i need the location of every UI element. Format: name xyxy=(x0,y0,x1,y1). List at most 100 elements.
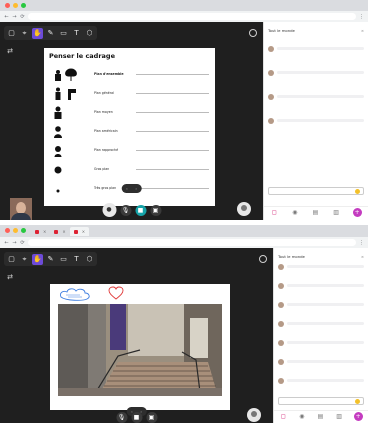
text-icon[interactable]: T xyxy=(71,28,82,39)
browser-tab[interactable]: × xyxy=(31,227,50,236)
hand-icon[interactable]: ✋ xyxy=(32,27,43,39)
chat-message xyxy=(268,70,364,76)
files-icon[interactable]: ▥ xyxy=(335,413,343,421)
chat-icon[interactable]: ◻ xyxy=(270,209,278,217)
address-bar[interactable] xyxy=(28,13,356,20)
eraser-icon[interactable]: ▭ xyxy=(58,254,69,265)
avatar xyxy=(268,118,274,124)
notes-icon[interactable]: ▤ xyxy=(311,209,319,217)
screen-share-icon[interactable]: ▣ xyxy=(150,204,161,216)
chat-message-body xyxy=(287,359,364,365)
chat-input[interactable] xyxy=(278,397,364,405)
participants-icon[interactable]: ◉ xyxy=(298,413,306,421)
presentation-settings-icon[interactable] xyxy=(249,29,257,37)
camera-icon[interactable]: ■ xyxy=(131,412,142,423)
chat-input[interactable] xyxy=(268,187,364,195)
chat-message xyxy=(278,378,364,384)
window-minimize-button[interactable] xyxy=(13,228,18,233)
avatar xyxy=(268,46,274,52)
window-minimize-button[interactable] xyxy=(13,3,18,8)
avatar xyxy=(278,359,284,365)
microphone-icon[interactable]: 🎙 xyxy=(116,412,127,423)
chat-message-text xyxy=(287,284,364,287)
pen-icon[interactable]: ✎ xyxy=(45,28,56,39)
slide-row: Plan moyen xyxy=(54,104,209,120)
select-icon[interactable]: ⌖ xyxy=(19,28,30,39)
user-icon[interactable]: ● xyxy=(102,203,116,217)
window-maximize-button[interactable] xyxy=(21,3,26,8)
slide-title: Penser le cadrage xyxy=(49,52,115,60)
chat-message xyxy=(268,94,364,100)
notes-icon[interactable]: ▤ xyxy=(316,413,324,421)
tab-favicon-icon xyxy=(73,229,78,234)
pointer-icon[interactable]: ▢ xyxy=(6,28,17,39)
files-icon[interactable]: ▥ xyxy=(332,209,340,217)
address-bar[interactable] xyxy=(28,239,356,246)
swap-layout-icon[interactable]: ⇄ xyxy=(5,46,15,56)
slide xyxy=(50,284,230,410)
more-icon[interactable]: + xyxy=(353,412,363,421)
chat-message-body xyxy=(287,340,364,346)
swap-layout-icon[interactable]: ⇄ xyxy=(5,272,15,282)
shot-type-description xyxy=(136,73,209,75)
close-icon[interactable]: × xyxy=(361,28,364,33)
browser-menu-icon[interactable]: ⋮ xyxy=(359,240,364,246)
tab-close-icon[interactable]: × xyxy=(82,229,85,234)
shapes-icon[interactable]: ⬡ xyxy=(84,254,95,265)
pen-icon[interactable]: ✎ xyxy=(45,254,56,265)
window-maximize-button[interactable] xyxy=(21,228,26,233)
close-icon[interactable]: × xyxy=(361,254,364,259)
tab-close-icon[interactable]: × xyxy=(62,229,65,234)
screenshot-photo-annotation: × × × ← → ⟳ ⋮ ▢ ⌖ ✋ ✎ ▭ T ⬡ ⇄ ‹ › 🎙 ■ ▣ … xyxy=(0,225,368,423)
forward-arrow-icon[interactable]: → xyxy=(12,14,17,20)
window-close-button[interactable] xyxy=(5,3,10,8)
more-icon[interactable]: + xyxy=(352,208,362,217)
user-menu-button[interactable] xyxy=(237,202,251,216)
tab-close-icon[interactable]: × xyxy=(43,229,46,234)
window-close-button[interactable] xyxy=(5,228,10,233)
emoji-icon[interactable] xyxy=(355,189,360,194)
reload-icon[interactable]: ⟳ xyxy=(20,14,25,20)
forward-arrow-icon[interactable]: → xyxy=(12,240,17,246)
chat-message-text xyxy=(287,322,364,325)
emoji-icon[interactable] xyxy=(355,399,360,404)
chat-header: Tout le monde × xyxy=(278,254,364,259)
browser-tab[interactable]: × xyxy=(50,227,69,236)
browser-menu-icon[interactable]: ⋮ xyxy=(359,14,364,20)
chat-icon[interactable]: ◻ xyxy=(279,413,287,421)
back-arrow-icon[interactable]: ← xyxy=(4,14,9,20)
chat-message-body xyxy=(277,118,364,124)
camera-icon[interactable]: ■ xyxy=(135,204,146,216)
shot-silhouette-graphic xyxy=(55,87,76,100)
chat-message-body xyxy=(277,70,364,76)
user-menu-button[interactable] xyxy=(247,408,261,422)
previous-slide-icon[interactable]: ‹ xyxy=(126,187,127,191)
browser-chrome: ← → ⟳ ⋮ xyxy=(0,0,368,22)
reload-icon[interactable]: ⟳ xyxy=(20,240,25,246)
hand-icon[interactable]: ✋ xyxy=(32,253,43,265)
shapes-icon[interactable]: ⬡ xyxy=(84,28,95,39)
screen-share-icon[interactable]: ▣ xyxy=(146,412,157,423)
browser-url-bar: ← → ⟳ ⋮ xyxy=(0,237,368,248)
pointer-icon[interactable]: ▢ xyxy=(6,254,17,265)
back-arrow-icon[interactable]: ← xyxy=(4,240,9,246)
participants-icon[interactable]: ◉ xyxy=(291,209,299,217)
select-icon[interactable]: ⌖ xyxy=(19,254,30,265)
shot-type-description xyxy=(136,187,209,189)
shot-silhouette-graphic xyxy=(54,145,62,157)
webcam-thumbnail[interactable] xyxy=(10,198,32,220)
tab-favicon-icon xyxy=(35,229,39,234)
shot-silhouette-graphic xyxy=(54,125,62,138)
chat-message-body xyxy=(287,264,364,270)
presentation-settings-icon[interactable] xyxy=(259,255,267,263)
shot-type-description xyxy=(136,149,209,151)
shot-silhouette-icon xyxy=(54,144,94,157)
shot-type-description xyxy=(136,92,209,94)
eraser-icon[interactable]: ▭ xyxy=(58,28,69,39)
browser-tab[interactable]: × xyxy=(69,227,90,236)
next-slide-icon[interactable]: › xyxy=(136,187,137,191)
text-icon[interactable]: T xyxy=(71,254,82,265)
microphone-icon[interactable]: 🎙 xyxy=(120,204,131,216)
shot-silhouette-graphic xyxy=(54,106,62,119)
shot-type-label: Plan moyen xyxy=(94,110,113,114)
